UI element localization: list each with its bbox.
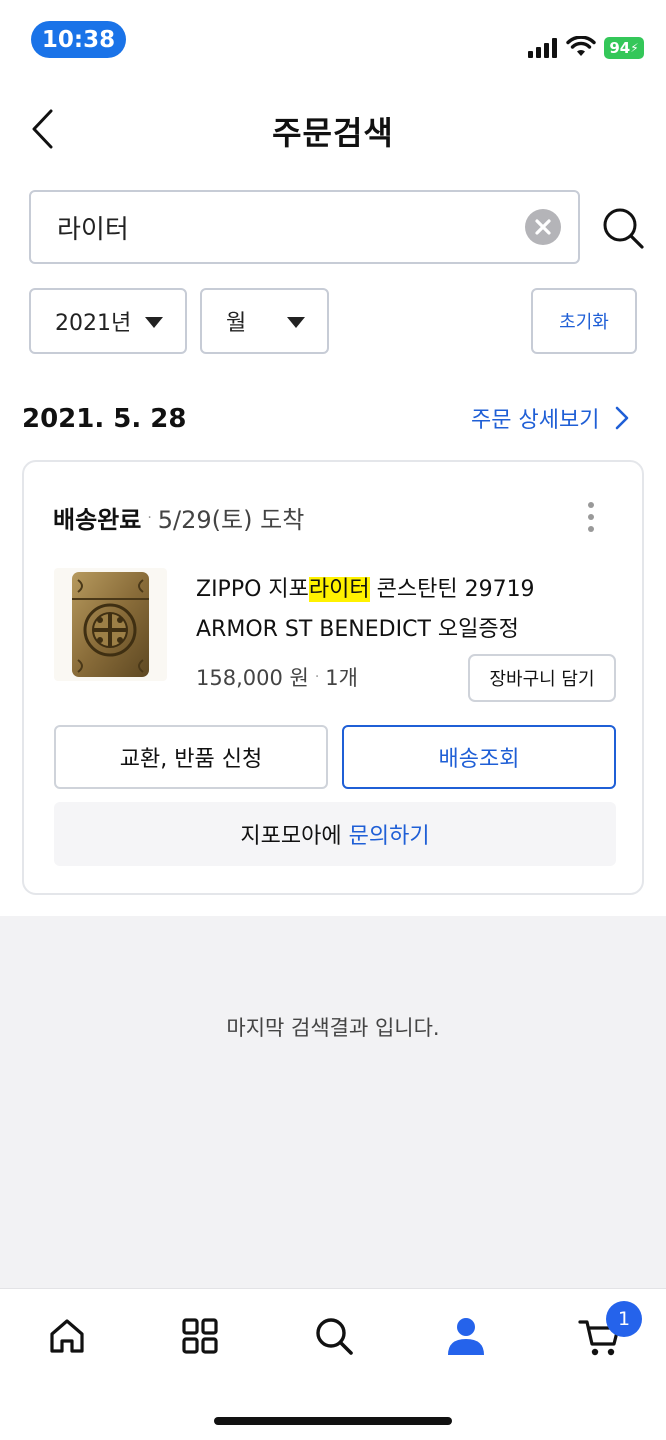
- caret-down-icon: [145, 317, 163, 328]
- product-name-start: ZIPPO 지포: [196, 577, 309, 602]
- search-input[interactable]: [57, 192, 517, 262]
- home-indicator: [214, 1417, 452, 1425]
- results-end-area: 마지막 검색결과 입니다.: [0, 916, 666, 1288]
- search-icon: [316, 1318, 353, 1355]
- caret-down-icon: [287, 317, 305, 328]
- reset-button[interactable]: 초기화: [531, 288, 637, 354]
- my-page-icon: [448, 1318, 484, 1355]
- end-of-results-message: 마지막 검색결과 입니다.: [226, 1016, 440, 1040]
- search-button[interactable]: [600, 205, 646, 251]
- status-bar: 10:38 94 ⚡: [0, 0, 666, 80]
- close-icon: [535, 219, 551, 235]
- search-field[interactable]: [29, 190, 580, 264]
- product-name[interactable]: ZIPPO 지포라이터 콘스탄틴 29719 ARMOR ST BENEDICT…: [196, 570, 616, 650]
- more-dot: [588, 526, 594, 532]
- product-price-line: 158,000 원 · 1개: [196, 662, 358, 692]
- order-date: 2021. 5. 28: [22, 404, 187, 434]
- year-select-value: 2021년: [55, 311, 132, 336]
- more-dot: [588, 514, 594, 520]
- separator-dot: ·: [314, 669, 320, 685]
- battery-level: 94: [609, 39, 631, 57]
- battery-indicator: 94 ⚡: [604, 37, 644, 59]
- order-detail-link[interactable]: 주문 상세보기: [471, 402, 633, 434]
- delivery-status-line: 배송완료 · 5/29(토) 도착: [53, 500, 304, 535]
- add-to-cart-button[interactable]: 장바구니 담기: [468, 654, 616, 702]
- status-time: 10:38: [31, 21, 126, 58]
- year-select[interactable]: 2021년: [29, 288, 187, 354]
- page-title: 주문검색: [272, 114, 394, 152]
- inquiry-prefix: 지포모아에: [240, 824, 349, 849]
- search-icon: [603, 208, 644, 249]
- cart-count-badge: 1: [606, 1301, 642, 1337]
- arrival-date: 5/29(토) 도착: [157, 506, 305, 534]
- separator-dot: ·: [147, 509, 152, 526]
- product-image[interactable]: [54, 568, 167, 681]
- nav-category[interactable]: [177, 1313, 223, 1359]
- order-card: 배송완료 · 5/29(토) 도착 ZIPPO 지포라이터 콘스탄틴 29719…: [22, 460, 644, 895]
- home-icon: [50, 1319, 84, 1353]
- header: 주문검색: [0, 90, 666, 166]
- more-options-button[interactable]: [586, 502, 596, 532]
- wifi-icon: [566, 36, 596, 56]
- nav-search[interactable]: [311, 1313, 357, 1359]
- zippo-lighter-image: [72, 572, 149, 677]
- delivery-status: 배송완료: [53, 506, 142, 534]
- more-dot: [588, 502, 594, 508]
- nav-home[interactable]: [44, 1313, 90, 1359]
- nav-my-page[interactable]: [443, 1313, 489, 1359]
- product-quantity: 1개: [325, 666, 358, 690]
- track-delivery-button[interactable]: 배송조회: [342, 725, 616, 789]
- month-select-value: 월: [226, 311, 247, 336]
- clear-search-button[interactable]: [525, 209, 561, 245]
- inquiry-link[interactable]: 문의하기: [349, 818, 430, 850]
- cellular-signal-icon: [528, 38, 557, 58]
- chevron-right-icon: [616, 406, 629, 430]
- bottom-nav: 1: [0, 1288, 666, 1440]
- charging-bolt-icon: ⚡: [630, 41, 639, 55]
- exchange-return-button[interactable]: 교환, 반품 신청: [54, 725, 328, 789]
- search-keyword-highlight: 라이터: [308, 577, 370, 602]
- month-select[interactable]: 월: [200, 288, 329, 354]
- product-price: 158,000 원: [196, 666, 309, 690]
- order-detail-label: 주문 상세보기: [471, 408, 600, 433]
- category-grid-icon: [182, 1318, 218, 1354]
- inquiry-bar[interactable]: 지포모아에 문의하기: [54, 802, 616, 866]
